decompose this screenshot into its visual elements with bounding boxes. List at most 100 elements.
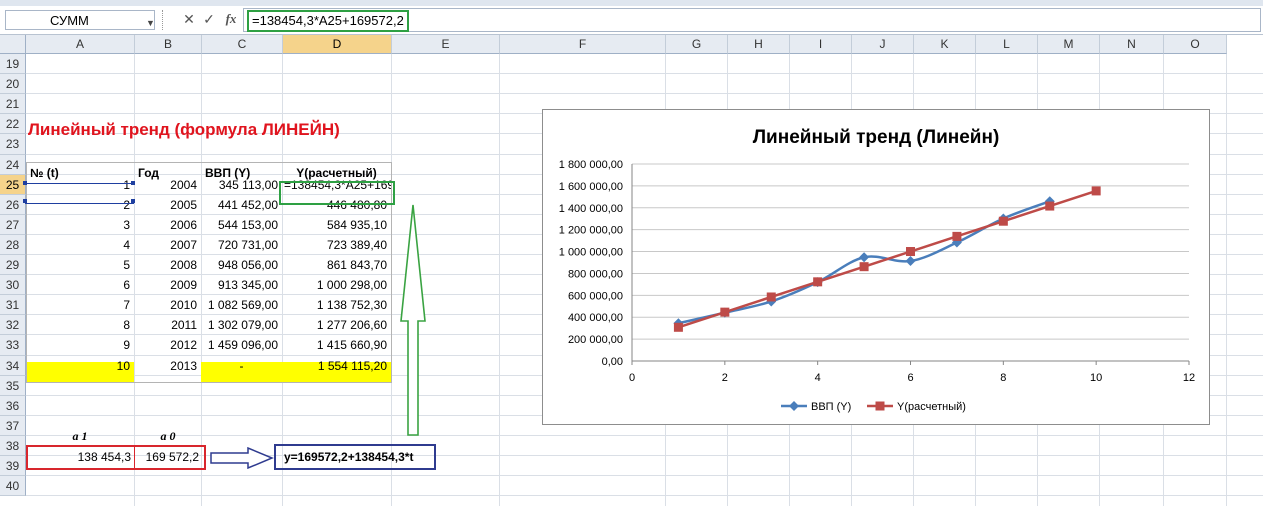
y-tick-label: 0,00 — [602, 356, 623, 368]
grid-line — [26, 475, 1263, 476]
column-header-c[interactable]: C — [202, 35, 283, 54]
row-header-40[interactable]: 40 — [0, 476, 26, 496]
cancel-icon[interactable]: ✕ — [180, 11, 198, 28]
x-tick-label: 6 — [907, 372, 913, 384]
row-header-26[interactable]: 26 — [0, 195, 26, 215]
legend-marker — [875, 401, 885, 411]
grid-line — [26, 73, 1263, 74]
column-header-o[interactable]: O — [1164, 35, 1227, 54]
row-header-35[interactable]: 35 — [0, 376, 26, 396]
column-header-e[interactable]: E — [392, 35, 500, 54]
grid-line — [1226, 54, 1227, 506]
y-tick-label: 1 000 000,00 — [559, 247, 623, 259]
series-marker — [1045, 201, 1055, 211]
row-header-21[interactable]: 21 — [0, 94, 26, 114]
column-header-k[interactable]: K — [914, 35, 976, 54]
row-header-32[interactable]: 32 — [0, 315, 26, 335]
chart-title: Линейный тренд (Линейн) — [753, 127, 1000, 148]
column-header-b[interactable]: B — [135, 35, 202, 54]
range-handle[interactable] — [23, 199, 27, 203]
formula-text: =138454,3*A25+169572,2 — [247, 10, 409, 32]
x-tick-label: 2 — [722, 372, 728, 384]
column-header-l[interactable]: L — [976, 35, 1038, 54]
row-header-37[interactable]: 37 — [0, 416, 26, 436]
right-arrow-icon — [210, 447, 274, 469]
column-header-a[interactable]: A — [26, 35, 135, 54]
y-tick-label: 1 400 000,00 — [559, 203, 623, 215]
row-header-28[interactable]: 28 — [0, 235, 26, 255]
chart-container[interactable]: Линейный тренд (Линейн) 0,00 200 000,00 40… — [542, 109, 1210, 425]
range-handle[interactable] — [131, 181, 135, 185]
row-header-24[interactable]: 24 — [0, 155, 26, 175]
label-a0: a 0 — [160, 429, 176, 443]
x-tick-label: 8 — [1000, 372, 1006, 384]
grid-line — [26, 435, 1263, 436]
a1-value[interactable]: 138 454,3 — [28, 449, 133, 466]
y-tick-label: 800 000,00 — [568, 268, 623, 280]
grid-line — [26, 93, 1263, 94]
legend-label: ВВП (Y) — [811, 401, 851, 413]
legend-label: Y(расчетный) — [897, 401, 966, 413]
chevron-down-icon[interactable]: ▼ — [146, 18, 155, 28]
column-header-f[interactable]: F — [500, 35, 666, 54]
y-tick-label: 400 000,00 — [568, 312, 623, 324]
row-header-30[interactable]: 30 — [0, 275, 26, 295]
insert-function-icon[interactable]: fx — [222, 11, 240, 27]
sheet-title: Линейный тренд (формула ЛИНЕЙН) — [28, 120, 340, 139]
series-marker — [859, 252, 870, 263]
column-header-n[interactable]: N — [1100, 35, 1164, 54]
select-all-corner[interactable] — [0, 35, 26, 54]
row-header-29[interactable]: 29 — [0, 255, 26, 275]
grid-line — [499, 54, 500, 506]
column-header-h[interactable]: H — [728, 35, 790, 54]
series-marker — [859, 262, 869, 272]
row-header-19[interactable]: 19 — [0, 54, 26, 74]
row-header-39[interactable]: 39 — [0, 456, 26, 476]
row-header-22[interactable]: 22 — [0, 114, 26, 134]
label-a1: a 1 — [72, 429, 88, 443]
y-tick-label: 1 800 000,00 — [559, 159, 623, 171]
row-header-25[interactable]: 25 — [0, 175, 26, 195]
column-header-j[interactable]: J — [852, 35, 914, 54]
series-marker — [813, 277, 823, 287]
series-marker — [905, 256, 916, 267]
row-header-36[interactable]: 36 — [0, 396, 26, 416]
row-header-23[interactable]: 23 — [0, 134, 26, 155]
column-header-m[interactable]: M — [1038, 35, 1100, 54]
row-header-27[interactable]: 27 — [0, 215, 26, 235]
column-header-i[interactable]: I — [790, 35, 852, 54]
y-tick-label: 200 000,00 — [568, 334, 623, 346]
series-marker — [952, 231, 962, 241]
range-handle[interactable] — [131, 199, 135, 203]
row-header-31[interactable]: 31 — [0, 295, 26, 315]
equation-text: y=169572,2+138454,3*t — [284, 450, 414, 464]
up-arrow-icon — [400, 204, 426, 436]
x-tick-label: 0 — [629, 372, 635, 384]
enter-icon[interactable]: ✓ — [200, 11, 218, 28]
row-header-20[interactable]: 20 — [0, 74, 26, 94]
line-chart: Линейный тренд (Линейн) 0,00200 000,0040… — [559, 127, 1195, 413]
column-header-d[interactable]: D — [283, 35, 392, 54]
series-line-1 — [678, 189, 1097, 329]
x-tick-label: 4 — [815, 372, 821, 384]
x-tick-label: 12 — [1183, 372, 1195, 384]
series-marker — [720, 307, 730, 317]
y-tick-label: 600 000,00 — [568, 290, 623, 302]
row-header-33[interactable]: 33 — [0, 335, 26, 356]
x-tick-label: 10 — [1090, 372, 1102, 384]
legend-marker — [789, 401, 799, 411]
series-marker — [1091, 186, 1101, 196]
formula-input[interactable]: =138454,3*A25+169572,2 — [243, 8, 1261, 32]
row-header-38[interactable]: 38 — [0, 436, 26, 456]
formula-bar-separator — [162, 10, 165, 30]
range-marker-a25 — [25, 183, 134, 204]
series-marker — [906, 247, 915, 257]
column-header-g[interactable]: G — [666, 35, 728, 54]
grid-line — [26, 495, 1263, 496]
a0-value[interactable]: 169 572,2 — [135, 449, 201, 466]
range-handle[interactable] — [23, 181, 27, 185]
name-box[interactable]: СУММ — [5, 10, 155, 30]
row-header-34[interactable]: 34 — [0, 356, 26, 376]
series-marker — [998, 216, 1008, 226]
formula-bar: СУММ ▼ ✕ ✓ fx =138454,3*A25+169572,2 — [0, 6, 1263, 35]
